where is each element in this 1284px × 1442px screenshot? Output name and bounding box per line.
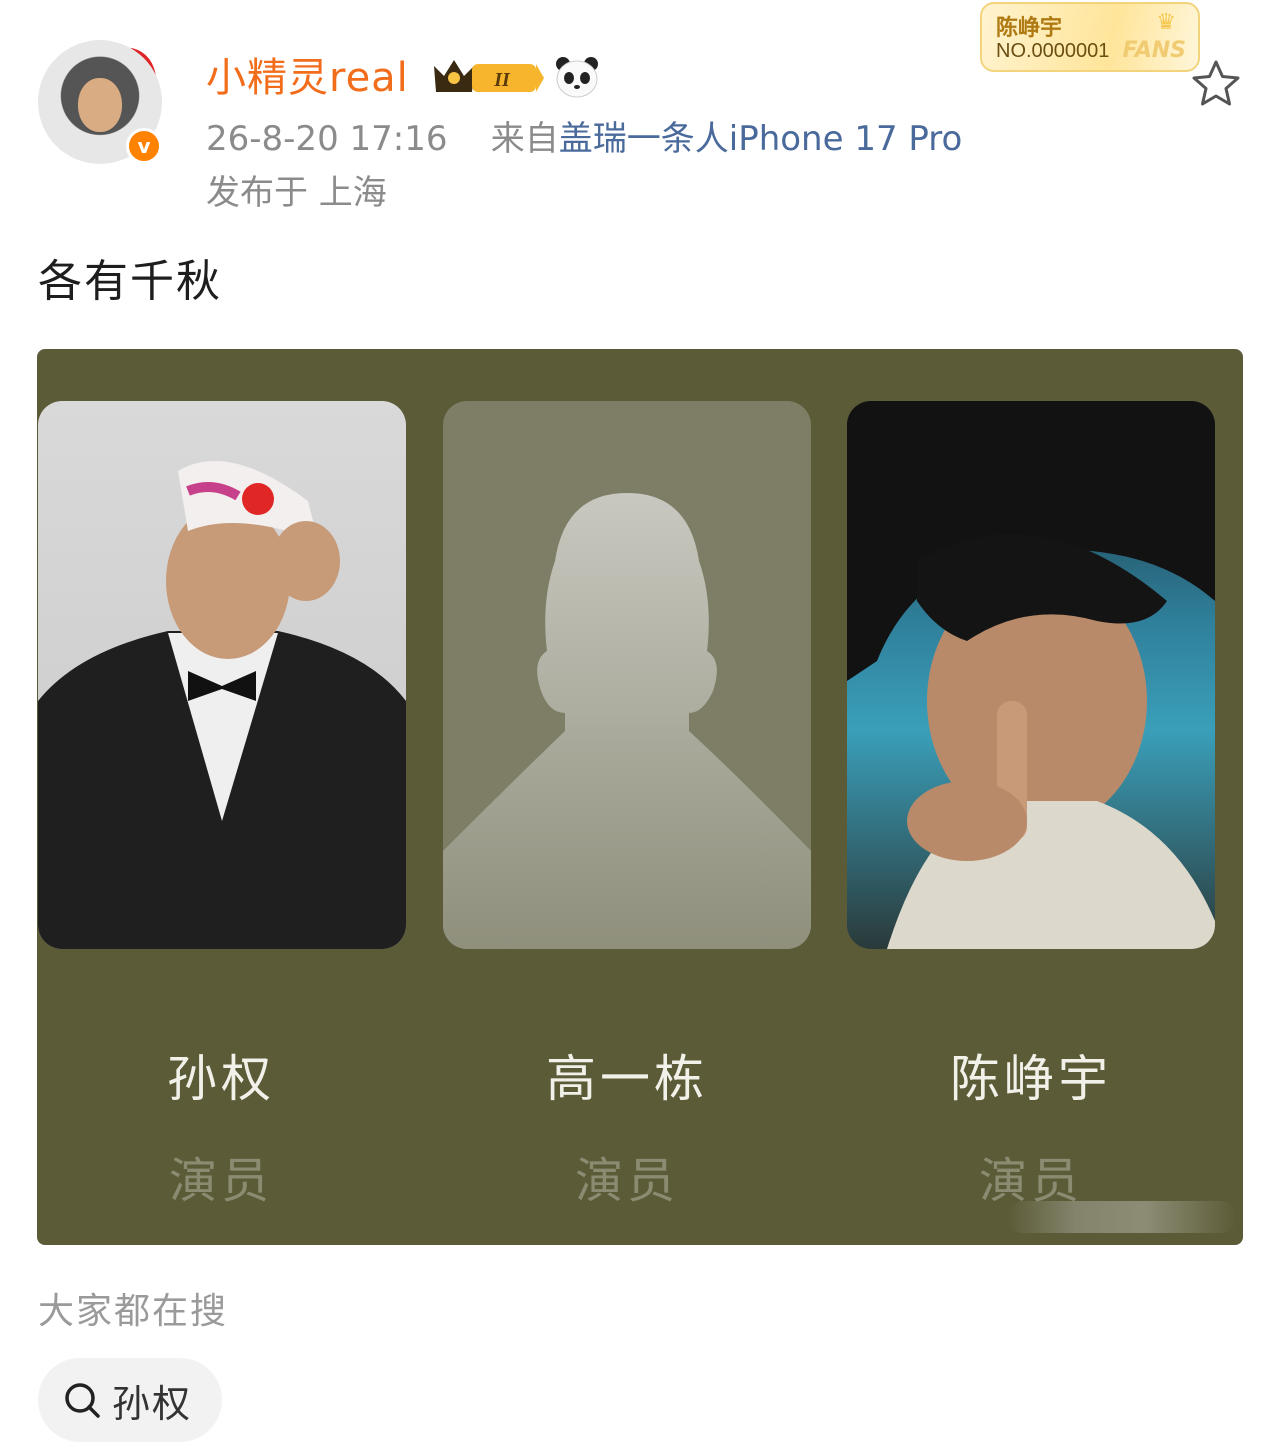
photo-young-man xyxy=(847,401,1215,949)
fans-card-word: FANS xyxy=(1122,38,1186,63)
level-badge-text: II xyxy=(493,69,511,91)
person-role-2: 演员 xyxy=(574,1153,679,1209)
search-chip[interactable]: 孙权 xyxy=(38,1358,222,1442)
user-avatar[interactable]: v xyxy=(38,40,162,164)
fans-card[interactable]: 陈峥宇 ♛ NO.0000001 FANS xyxy=(980,2,1200,72)
person-card-photo-2 xyxy=(443,401,811,949)
post-meta: 26-8-20 17:16 来自盖瑞一条人iPhone 17 Pro xyxy=(206,118,962,160)
crown-icon: ♛ xyxy=(1156,10,1176,35)
photo-man-in-tuxedo xyxy=(38,461,406,949)
verified-v-icon: v xyxy=(126,128,162,164)
star-icon[interactable] xyxy=(1190,58,1242,110)
panda-icon xyxy=(556,57,598,98)
post-location: 发布于 上海 xyxy=(206,173,387,213)
crown-level-badge-icon: II xyxy=(434,60,544,92)
placeholder-silhouette-icon xyxy=(443,493,811,949)
avatar-face xyxy=(78,78,122,132)
person-name-3: 陈峥宇 xyxy=(950,1050,1112,1108)
username[interactable]: 小精灵real xyxy=(206,52,409,104)
post-image[interactable]: 孙权 高一栋 陈峥宇 演员 演员 演员 xyxy=(37,349,1243,1245)
fans-card-name: 陈峥宇 xyxy=(996,16,1063,41)
image-watermark xyxy=(1007,1201,1237,1233)
post-text: 各有千秋 xyxy=(38,256,222,307)
person-role-1: 演员 xyxy=(168,1153,273,1209)
person-card-photo-1 xyxy=(38,401,406,949)
search-icon xyxy=(65,1383,100,1418)
device-source-link[interactable]: 盖瑞一条人iPhone 17 Pro xyxy=(559,119,963,159)
fans-card-number: NO.0000001 xyxy=(996,40,1110,62)
person-card-photo-3 xyxy=(847,401,1215,949)
post-time: 26-8-20 17:16 xyxy=(206,119,448,159)
person-name-1: 孙权 xyxy=(167,1050,275,1108)
person-name-2: 高一栋 xyxy=(546,1050,708,1108)
search-chip-label: 孙权 xyxy=(112,1381,193,1426)
trending-search-title: 大家都在搜 xyxy=(38,1291,229,1332)
source-prefix: 来自 xyxy=(490,119,559,159)
